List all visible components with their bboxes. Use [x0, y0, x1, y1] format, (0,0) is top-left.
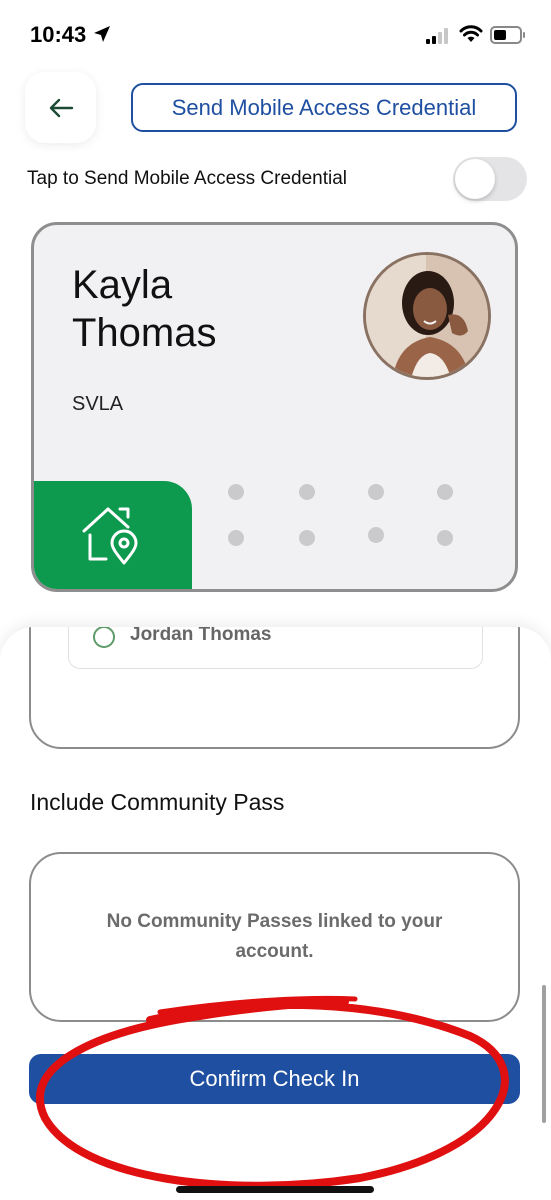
- send-credential-toggle[interactable]: [453, 157, 527, 201]
- community-pass-title: Include Community Pass: [30, 789, 285, 815]
- card-accent-block: [34, 481, 192, 589]
- community-pass-empty-message: No Community Passes linked to your accou…: [106, 911, 443, 962]
- confirm-check-in-button[interactable]: Confirm Check In: [29, 1054, 520, 1104]
- card-org: SVLA: [72, 393, 124, 415]
- battery-icon: [490, 26, 525, 44]
- card-dot: [368, 484, 384, 500]
- check-in-sheet: Jordan Thomas Include Community Pass No …: [0, 627, 551, 1200]
- home-location-icon: [82, 507, 138, 565]
- card-first-name: Kayla: [72, 263, 173, 307]
- status-time: 10:43: [30, 22, 87, 47]
- resident-item[interactable]: Jordan Thomas: [68, 627, 483, 669]
- location-arrow-icon: [94, 26, 110, 42]
- card-dot: [437, 484, 453, 500]
- avatar: [363, 252, 491, 380]
- card-dot: [437, 530, 453, 546]
- card-dot: [228, 484, 244, 500]
- send-credential-button[interactable]: Send Mobile Access Credential: [131, 83, 517, 132]
- status-bar: 10:43: [0, 0, 551, 70]
- resident-radio[interactable]: [93, 627, 115, 648]
- resident-list-box: Jordan Thomas: [29, 627, 520, 749]
- card-dot: [299, 484, 315, 500]
- community-pass-box: No Community Passes linked to your accou…: [29, 852, 520, 1022]
- card-dot: [368, 527, 384, 543]
- resident-name: Jordan Thomas: [130, 627, 272, 645]
- home-indicator[interactable]: [176, 1186, 374, 1193]
- access-card: Kayla Thomas SVLA: [31, 222, 518, 592]
- avatar-photo: [366, 255, 488, 377]
- card-holder-name: Kayla Thomas: [72, 261, 332, 357]
- wifi-icon: [459, 25, 483, 42]
- arrow-left-icon: [49, 98, 73, 117]
- card-last-name: Thomas: [72, 311, 217, 355]
- back-button[interactable]: [25, 72, 96, 143]
- toggle-knob: [455, 159, 495, 199]
- card-dot: [228, 530, 244, 546]
- card-dot: [299, 530, 315, 546]
- scrollbar[interactable]: [542, 985, 546, 1123]
- toggle-label: Tap to Send Mobile Access Credential: [27, 168, 348, 189]
- cellular-signal-icon: [426, 28, 448, 44]
